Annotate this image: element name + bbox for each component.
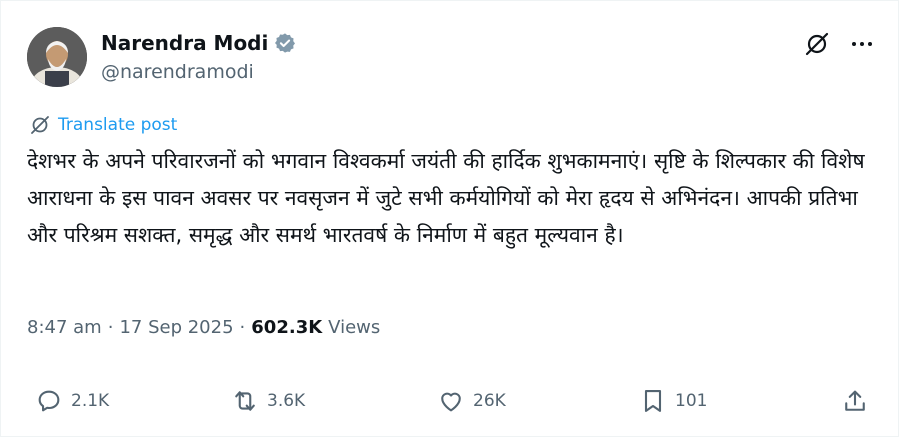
post-card: Narendra Modi @narendramodi Translate po…: [0, 0, 899, 437]
translate-label: Translate post: [58, 115, 178, 135]
post-text: देशभर के अपने परिवारजनों को भगवान विश्वक…: [27, 149, 865, 247]
more-icon[interactable]: [848, 33, 876, 55]
translate-post-link[interactable]: Translate post: [30, 115, 177, 135]
repost-count: 3.6K: [267, 391, 306, 411]
meta-separator: ·: [107, 317, 114, 338]
avatar[interactable]: [27, 27, 87, 87]
post-meta: 8:47 am · 17 Sep 2025 · 602.3K Views: [27, 317, 380, 338]
post-header: Narendra Modi @narendramodi: [27, 27, 876, 89]
author-handle[interactable]: @narendramodi: [101, 61, 296, 83]
bookmark-icon: [644, 390, 662, 412]
name-row: Narendra Modi: [101, 29, 296, 57]
author-block: Narendra Modi @narendramodi: [101, 29, 296, 83]
translate-icon: [31, 116, 49, 134]
like-button[interactable]: 26K: [437, 387, 506, 415]
reply-count: 2.1K: [71, 391, 110, 411]
reply-button[interactable]: 2.1K: [35, 387, 109, 415]
verified-badge-icon[interactable]: [274, 32, 296, 54]
bookmark-button[interactable]: 101: [639, 387, 707, 415]
share-button[interactable]: [841, 387, 869, 415]
views-count[interactable]: 602.3K: [251, 317, 322, 338]
action-bar: 2.1K 3.6K 26K 101: [31, 387, 871, 423]
author-name[interactable]: Narendra Modi: [101, 31, 268, 55]
heart-icon: [441, 392, 461, 412]
repost-icon: [235, 391, 255, 411]
like-count: 26K: [473, 391, 506, 411]
grok-icon[interactable]: [804, 31, 830, 57]
reply-icon: [38, 390, 60, 412]
bookmark-count: 101: [675, 391, 708, 411]
post-time[interactable]: 8:47 am: [27, 317, 102, 338]
repost-button[interactable]: 3.6K: [231, 387, 305, 415]
post-date[interactable]: 17 Sep 2025: [119, 317, 233, 338]
meta-separator: ·: [239, 317, 246, 338]
share-icon: [845, 390, 865, 411]
views-label: Views: [328, 317, 381, 338]
